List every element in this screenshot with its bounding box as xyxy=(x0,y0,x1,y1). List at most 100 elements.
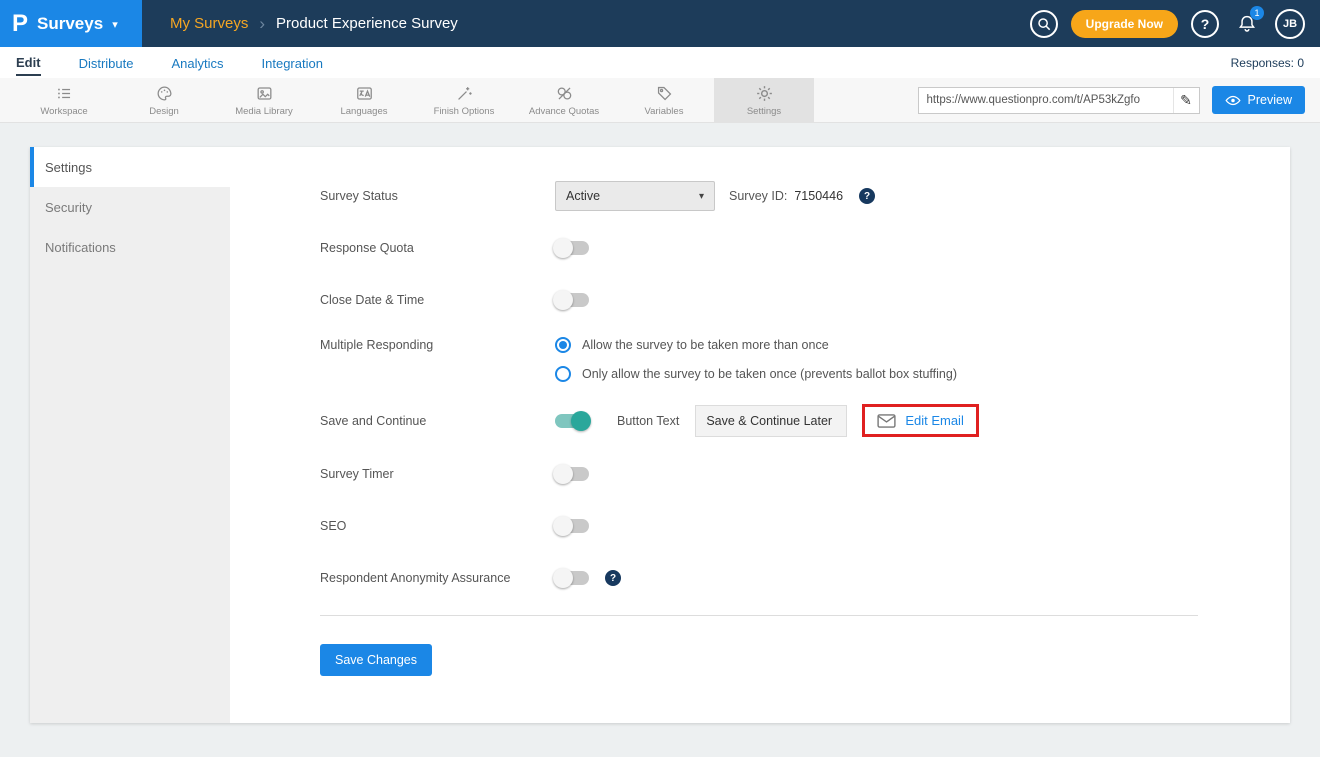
sidebar-item-security[interactable]: Security xyxy=(30,187,230,227)
sidebar-item-notifications[interactable]: Notifications xyxy=(30,227,230,267)
survey-status-select[interactable]: Active ▾ xyxy=(555,181,715,211)
form-divider xyxy=(320,615,1198,616)
seo-toggle[interactable] xyxy=(555,519,589,533)
toolbar-item-label: Advance Quotas xyxy=(529,106,599,117)
survey-id-value: 7150446 xyxy=(794,189,843,203)
button-text-label: Button Text xyxy=(617,414,679,428)
preview-button[interactable]: Preview xyxy=(1212,86,1305,114)
save-continue-row: Save and Continue Button Text Edit Email xyxy=(320,404,1290,437)
topbar-actions: Upgrade Now ? 1 JB xyxy=(1030,9,1320,39)
close-date-toggle[interactable] xyxy=(555,293,589,307)
survey-timer-toggle[interactable] xyxy=(555,467,589,481)
toolbar-item-label: Variables xyxy=(645,106,684,117)
product-switcher[interactable]: P Surveys ▾ xyxy=(0,0,142,47)
edit-toolbar: Workspace Design Media Library Languages… xyxy=(0,78,1320,123)
survey-id-help-icon[interactable]: ? xyxy=(859,188,875,204)
toolbar-item-variables[interactable]: Variables xyxy=(614,78,714,122)
toolbar-item-label: Workspace xyxy=(40,106,87,117)
tab-analytics[interactable]: Analytics xyxy=(171,51,223,75)
responses-count: Responses: 0 xyxy=(1231,56,1304,70)
toolbar-item-settings[interactable]: Settings xyxy=(714,78,814,122)
radio-allow-once[interactable]: Only allow the survey to be taken once (… xyxy=(555,366,957,382)
chevron-down-icon: ▾ xyxy=(699,191,704,202)
tab-distribute[interactable]: Distribute xyxy=(79,51,134,75)
anonymity-row: Respondent Anonymity Assurance ? xyxy=(320,563,1290,593)
toolbar-item-design[interactable]: Design xyxy=(114,78,214,122)
button-text-input[interactable] xyxy=(695,405,847,437)
close-date-row: Close Date & Time xyxy=(320,285,1290,315)
tab-integration[interactable]: Integration xyxy=(262,51,323,75)
close-date-label: Close Date & Time xyxy=(320,293,555,307)
search-icon xyxy=(1036,16,1052,32)
main-content: Settings Security Notifications Survey S… xyxy=(0,123,1320,757)
survey-status-value: Active xyxy=(566,189,600,203)
edit-url-pencil-icon[interactable]: ✎ xyxy=(1173,88,1199,113)
settings-sidebar: Settings Security Notifications xyxy=(30,147,230,723)
toolbar-item-label: Finish Options xyxy=(434,106,495,117)
toolbar-item-label: Media Library xyxy=(235,106,293,117)
survey-status-row: Survey Status Active ▾ Survey ID: 715044… xyxy=(320,181,1290,211)
breadcrumb-my-surveys[interactable]: My Surveys xyxy=(170,15,248,32)
toolbar-item-languages[interactable]: Languages xyxy=(314,78,414,122)
radio-allow-once-label: Only allow the survey to be taken once (… xyxy=(582,367,957,381)
toolbar-item-finish-options[interactable]: Finish Options xyxy=(414,78,514,122)
seo-row: SEO xyxy=(320,511,1290,541)
anonymity-toggle[interactable] xyxy=(555,571,589,585)
response-quota-toggle[interactable] xyxy=(555,241,589,255)
save-changes-button[interactable]: Save Changes xyxy=(320,644,432,676)
multiple-responding-row: Multiple Responding Allow the survey to … xyxy=(320,337,1290,382)
product-name: Surveys xyxy=(37,14,103,34)
survey-url-box: ✎ xyxy=(918,87,1200,114)
sidebar-item-settings[interactable]: Settings xyxy=(30,147,230,187)
avatar[interactable]: JB xyxy=(1275,9,1305,39)
toolbar-item-workspace[interactable]: Workspace xyxy=(14,78,114,122)
settings-form: Survey Status Active ▾ Survey ID: 715044… xyxy=(230,147,1290,723)
survey-status-label: Survey Status xyxy=(320,189,555,203)
survey-id-label: Survey ID: xyxy=(729,189,787,203)
search-button[interactable] xyxy=(1030,10,1058,38)
topbar: P Surveys ▾ My Surveys › Product Experie… xyxy=(0,0,1320,47)
upgrade-now-button[interactable]: Upgrade Now xyxy=(1071,10,1178,38)
breadcrumb-current-survey: Product Experience Survey xyxy=(276,15,458,32)
anonymity-help-icon[interactable]: ? xyxy=(605,570,621,586)
eye-icon xyxy=(1225,94,1241,107)
tab-edit[interactable]: Edit xyxy=(16,50,41,76)
finish-options-icon xyxy=(455,84,474,103)
design-icon xyxy=(155,84,174,103)
help-button[interactable]: ? xyxy=(1191,10,1219,38)
toolbar-right: ✎ Preview xyxy=(918,78,1320,122)
radio-unselected-icon xyxy=(555,366,571,382)
radio-allow-multiple-label: Allow the survey to be taken more than o… xyxy=(582,338,829,352)
questionpro-logo: P xyxy=(12,12,28,36)
toolbar-item-media-library[interactable]: Media Library xyxy=(214,78,314,122)
notifications-button[interactable]: 1 xyxy=(1232,9,1262,39)
toolbar-item-label: Settings xyxy=(747,106,781,117)
email-icon xyxy=(877,414,896,428)
media-library-icon xyxy=(255,84,274,103)
toolbar-item-label: Languages xyxy=(340,106,387,117)
chevron-down-icon: ▾ xyxy=(112,18,118,31)
radio-selected-icon xyxy=(555,337,571,353)
save-continue-label: Save and Continue xyxy=(320,414,555,428)
preview-label: Preview xyxy=(1248,93,1292,107)
edit-email-button[interactable]: Edit Email xyxy=(905,413,964,428)
survey-nav: Edit Distribute Analytics Integration Re… xyxy=(0,47,1320,78)
toolbar-item-advance-quotas[interactable]: Advance Quotas xyxy=(514,78,614,122)
variables-icon xyxy=(655,84,674,103)
multiple-responding-label: Multiple Responding xyxy=(320,337,555,352)
settings-card: Settings Security Notifications Survey S… xyxy=(30,147,1290,723)
survey-timer-label: Survey Timer xyxy=(320,467,555,481)
breadcrumb: My Surveys › Product Experience Survey xyxy=(170,14,458,34)
advance-quotas-icon xyxy=(555,84,574,103)
survey-timer-row: Survey Timer xyxy=(320,459,1290,489)
survey-url-input[interactable] xyxy=(919,94,1173,106)
toolbar-item-label: Design xyxy=(149,106,179,117)
multiple-responding-options: Allow the survey to be taken more than o… xyxy=(555,337,957,382)
workspace-icon xyxy=(55,84,74,103)
anonymity-label: Respondent Anonymity Assurance xyxy=(320,571,555,585)
response-quota-label: Response Quota xyxy=(320,241,555,255)
languages-icon xyxy=(355,84,374,103)
radio-allow-multiple[interactable]: Allow the survey to be taken more than o… xyxy=(555,337,957,353)
notification-badge: 1 xyxy=(1250,6,1264,20)
save-continue-toggle[interactable] xyxy=(555,414,589,428)
